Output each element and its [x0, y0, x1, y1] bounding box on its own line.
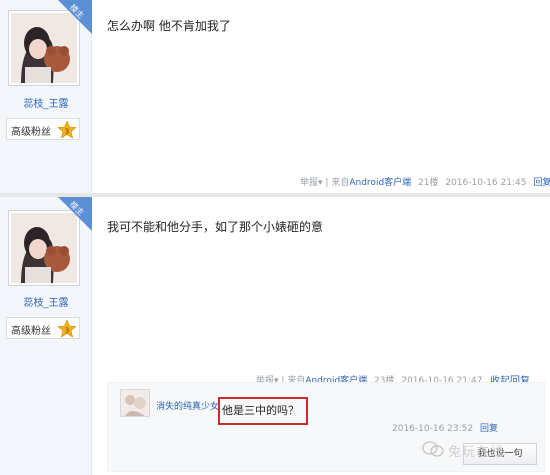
fan-level-label: 高级粉丝 [11, 326, 51, 337]
star-badge-icon: 3 [58, 320, 76, 338]
post-content: 怎么办啊 他不肯加我了 [107, 19, 231, 33]
watermark: 兔玩在线 [420, 441, 550, 460]
author-name[interactable]: 蕊枝_王露 [0, 95, 92, 110]
fan-level-box[interactable]: 高级粉丝 3 [6, 118, 80, 140]
star-badge-icon: 3 [58, 121, 76, 139]
author-sidebar: 楼主 蕊枝_王露 高级粉丝 3 [0, 0, 92, 193]
fan-level-label: 高级粉丝 [11, 127, 51, 138]
author-sidebar: 楼主 蕊枝_王露 高级粉丝 3 [0, 197, 92, 475]
fan-level-box[interactable]: 高级粉丝 3 [6, 317, 80, 339]
landlord-badge: 楼主 [58, 0, 92, 34]
source-label: 来自 [331, 178, 350, 188]
commenter-avatar[interactable] [120, 389, 150, 417]
comment-time: 2016-10-16 23:52 [392, 424, 474, 434]
commenter-name[interactable]: 消失的纯真少女 [156, 399, 219, 412]
meta-divider: | [325, 178, 329, 188]
post-time: 2016-10-16 21:45 [445, 178, 527, 188]
wechat-icon [422, 441, 444, 457]
comment-text: 他是三中的吗？ [222, 404, 299, 417]
fan-level-number: 3 [65, 128, 69, 136]
reply-link[interactable]: 回复 [533, 175, 550, 188]
comment-meta: 2016-10-16 23:52 回复 [392, 421, 498, 434]
post-floor-21: 楼主 蕊枝_王露 高级粉丝 3 怎么办啊 他不肯加我了 举报▾ | 来自Andr… [0, 0, 550, 193]
client-link[interactable]: Android客户端 [349, 175, 411, 188]
floor-number: 21楼 [418, 178, 439, 188]
post-content: 我可不能和他分手，如了那个小婊砸的意 [107, 220, 324, 234]
author-name[interactable]: 蕊枝_王露 [0, 294, 92, 309]
fan-level-number: 3 [65, 327, 69, 335]
comment-reply-link[interactable]: 回复 [480, 424, 498, 434]
report-link[interactable]: 举报 [300, 175, 318, 188]
post-meta: 举报▾ | 来自Android客户端 21楼 2016-10-16 21:45 … [300, 175, 550, 188]
triangle-down-icon: ▾ [318, 178, 323, 188]
landlord-badge: 楼主 [58, 197, 92, 231]
watermark-text: 兔玩在线 [448, 445, 505, 460]
